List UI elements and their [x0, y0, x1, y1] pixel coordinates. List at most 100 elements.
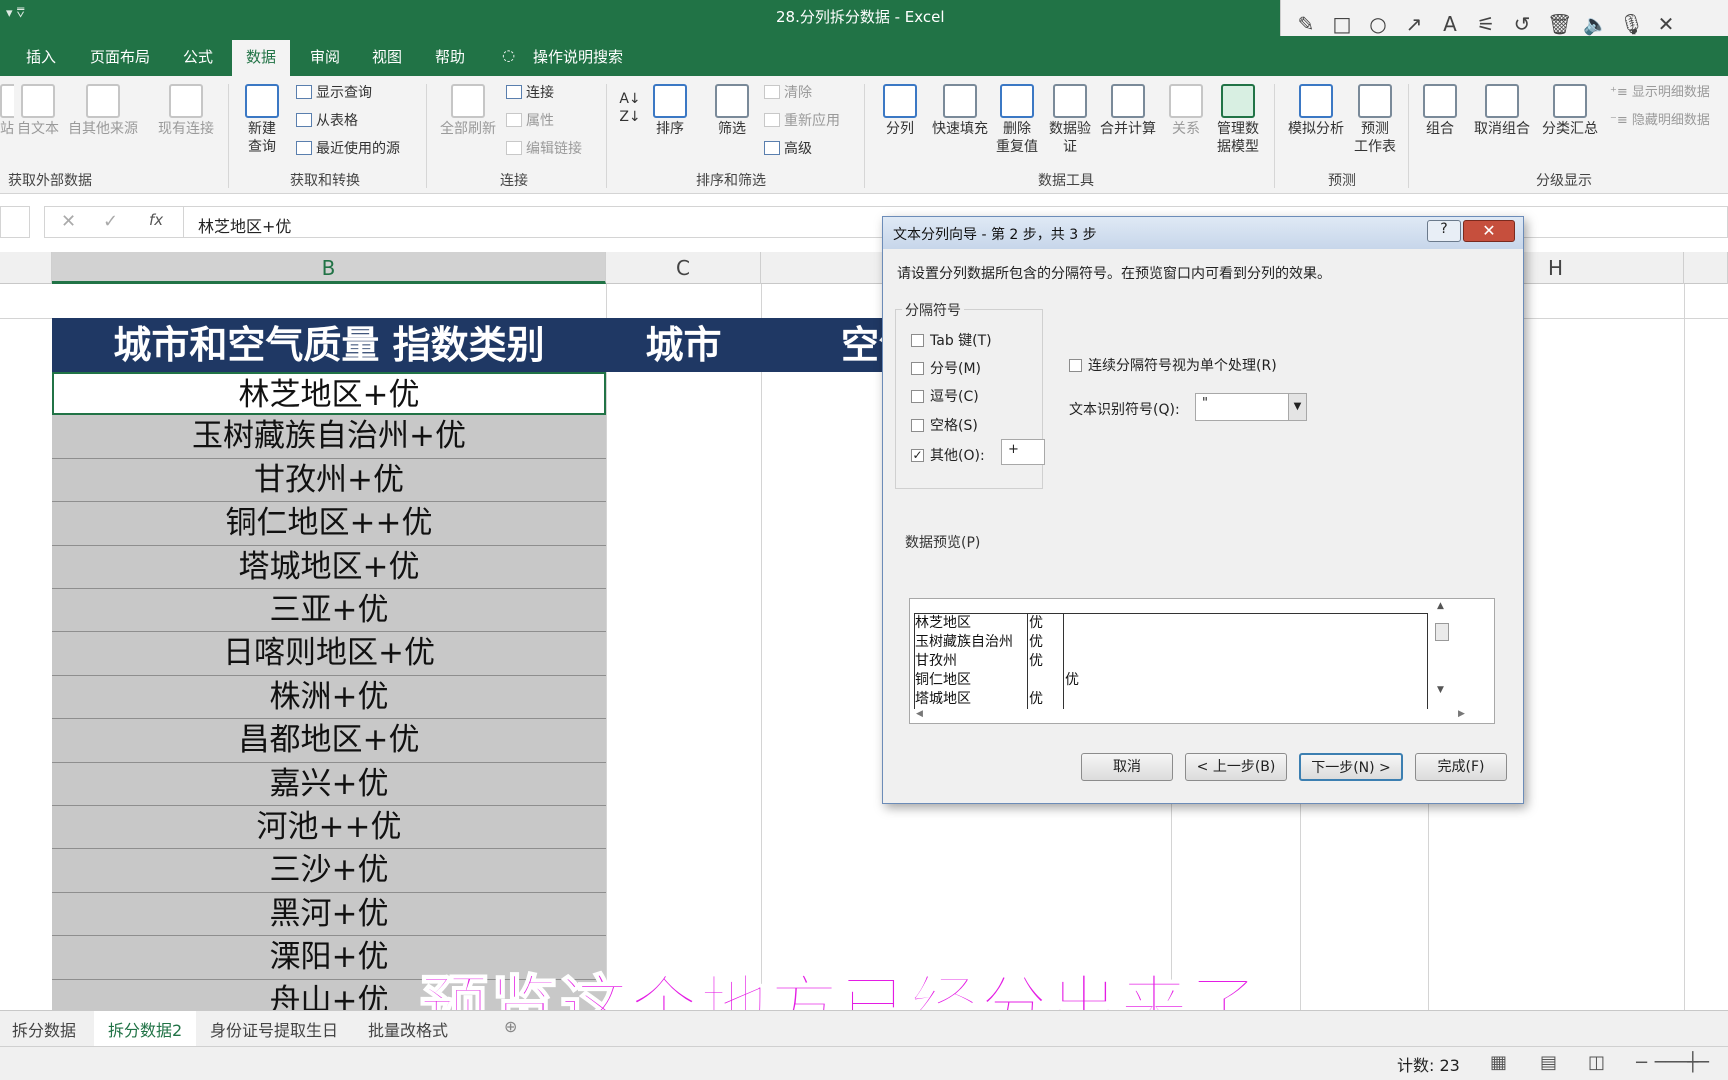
chevron-down-icon[interactable]: ▼ — [1288, 394, 1306, 420]
tab-page-layout[interactable]: 页面布局 — [90, 46, 150, 67]
close-icon[interactable]: ✕ — [1655, 12, 1677, 36]
table-cell[interactable]: 玉树藏族自治州+优 — [52, 415, 606, 459]
fx-icon[interactable]: fx — [149, 211, 163, 229]
table-cell[interactable]: 林芝地区+优 — [52, 372, 606, 416]
quick-access-toolbar[interactable]: ▾ ⩢ — [6, 6, 25, 21]
tab-view[interactable]: 视图 — [372, 46, 402, 67]
sheet-tab-split[interactable]: 拆分数据 — [12, 1017, 76, 1041]
table-cell[interactable]: 三亚+优 — [52, 589, 606, 633]
finish-button[interactable]: 完成(F) — [1415, 753, 1507, 781]
preview-vertical-scrollbar[interactable]: ▲ ▼ — [1434, 601, 1450, 697]
scroll-up-icon[interactable]: ▲ — [1437, 601, 1444, 611]
other-delimiter-input[interactable]: + — [1001, 439, 1045, 465]
rectangle-icon[interactable]: □ — [1331, 12, 1353, 36]
column-header-b[interactable]: B — [52, 252, 606, 284]
table-cell[interactable]: 铜仁地区++优 — [52, 502, 606, 546]
forecast-sheet-button[interactable]: 预测 工作表 — [1352, 84, 1398, 156]
tell-me-search[interactable]: 操作说明搜索 — [533, 46, 623, 67]
select-all-corner[interactable] — [0, 252, 52, 284]
sheet-tab-id-birthday[interactable]: 身份证号提取生日 — [210, 1017, 338, 1041]
sort-button[interactable]: 排序 — [650, 84, 690, 138]
reapply-button[interactable]: 重新应用 — [764, 112, 840, 130]
table-cell[interactable]: 黑河+优 — [52, 892, 606, 937]
text-to-columns-button[interactable]: 分列 — [876, 84, 924, 138]
relationships-button[interactable]: 关系 — [1166, 84, 1206, 138]
page-break-view-icon[interactable]: ◫ — [1588, 1052, 1605, 1073]
data-preview[interactable]: 林芝地区优玉树藏族自治州优甘孜州优铜仁地区优塔城地区优 ▲ ▼ ◀ ▶ — [909, 598, 1495, 724]
space-checkbox[interactable]: 空格(S) — [911, 415, 978, 435]
scroll-thumb[interactable] — [1435, 623, 1449, 641]
consolidate-button[interactable]: 合并计算 — [1098, 84, 1158, 138]
consecutive-checkbox[interactable]: 连续分隔符号视为单个处理(R) — [1069, 355, 1277, 375]
microphone-icon[interactable]: 🎙 — [1619, 12, 1644, 36]
ungroup-button[interactable]: 取消组合 — [1470, 84, 1534, 138]
next-button[interactable]: 下一步(N) > — [1299, 753, 1403, 781]
speaker-icon[interactable]: 🔈 — [1583, 12, 1608, 36]
header-city-aqi[interactable]: 城市和空气质量 指数类别 — [52, 318, 606, 372]
help-button[interactable]: ? — [1427, 220, 1461, 242]
text-qualifier-select[interactable]: " ▼ — [1195, 393, 1307, 421]
column-header-i[interactable] — [1684, 252, 1728, 284]
edit-links-button[interactable]: 编辑链接 — [506, 140, 582, 158]
table-cell[interactable]: 昌都地区+优 — [52, 719, 606, 763]
tab-insert[interactable]: 插入 — [26, 46, 56, 67]
page-layout-view-icon[interactable]: ▤ — [1540, 1052, 1557, 1073]
name-box[interactable] — [0, 206, 30, 238]
table-cell[interactable]: 日喀则地区+优 — [52, 632, 606, 676]
zoom-slider[interactable]: − ───┼─ — [1634, 1052, 1709, 1073]
from-text-button[interactable]: 自文本 — [16, 84, 60, 138]
highlighter-icon[interactable]: ⚟ — [1475, 12, 1497, 36]
manage-data-model-button[interactable]: 管理数 据模型 — [1212, 84, 1264, 156]
tab-review[interactable]: 审阅 — [310, 46, 340, 67]
what-if-analysis-button[interactable]: 模拟分析 — [1284, 84, 1348, 138]
table-cell[interactable]: 三沙+优 — [52, 849, 606, 893]
text-icon[interactable]: A — [1439, 12, 1461, 36]
recent-sources-button[interactable]: 最近使用的源 — [296, 140, 400, 158]
tab-data[interactable]: 数据 — [232, 40, 291, 76]
close-button[interactable]: ✕ — [1463, 220, 1515, 242]
cancel-icon[interactable]: ✕ — [61, 211, 76, 232]
existing-connections-button[interactable]: 现有连接 — [154, 84, 218, 138]
scroll-left-icon[interactable]: ◀ — [916, 709, 923, 719]
scroll-down-icon[interactable]: ▼ — [1437, 685, 1444, 695]
group-button[interactable]: 组合 — [1420, 84, 1460, 138]
sort-ascending-icon[interactable]: A↓ Z↓ — [618, 90, 642, 126]
connections-button[interactable]: 连接 — [506, 84, 554, 102]
normal-view-icon[interactable]: ▦ — [1490, 1052, 1507, 1073]
semicolon-checkbox[interactable]: 分号(M) — [911, 358, 981, 378]
from-table-button[interactable]: 从表格 — [296, 112, 358, 130]
cancel-button[interactable]: 取消 — [1081, 753, 1173, 781]
arrow-icon[interactable]: ↗ — [1403, 12, 1425, 36]
data-validation-button[interactable]: 数据验 证 — [1044, 84, 1096, 156]
sheet-tab-split-2[interactable]: 拆分数据2 — [94, 1011, 197, 1050]
other-checkbox[interactable]: ✓ 其他(O): — [911, 445, 985, 465]
header-city[interactable]: 城市 — [606, 318, 761, 372]
table-cell[interactable]: 嘉兴+优 — [52, 762, 606, 806]
ribbon-item-partial[interactable]: 站 — [0, 84, 14, 138]
undo-icon[interactable]: ↺ — [1511, 12, 1533, 36]
flash-fill-button[interactable]: 快速填充 — [928, 84, 992, 138]
tab-checkbox[interactable]: Tab 键(T) — [911, 330, 992, 350]
hide-detail-button[interactable]: ⁻≡ 隐藏明细数据 — [1610, 112, 1710, 130]
tab-formulas[interactable]: 公式 — [183, 46, 213, 67]
enter-icon[interactable]: ✓ — [103, 211, 118, 232]
dialog-titlebar[interactable]: 文本分列向导 - 第 2 步，共 3 步 ? ✕ — [883, 217, 1523, 249]
pen-icon[interactable]: ✎ — [1295, 12, 1317, 36]
show-detail-button[interactable]: ⁺≡ 显示明细数据 — [1610, 84, 1710, 102]
filter-button[interactable]: 筛选 — [712, 84, 752, 138]
delete-icon[interactable]: 🗑 — [1547, 12, 1572, 36]
table-cell[interactable]: 塔城地区+优 — [52, 545, 606, 589]
new-query-button[interactable]: 新建 查询 — [240, 84, 284, 156]
advanced-button[interactable]: 高级 — [764, 140, 812, 158]
add-sheet-icon[interactable]: ⊕ — [504, 1017, 517, 1036]
circle-icon[interactable]: ○ — [1367, 12, 1389, 36]
refresh-all-button[interactable]: 全部刷新 — [436, 84, 500, 138]
table-cell[interactable]: 株洲+优 — [52, 675, 606, 720]
scroll-right-icon[interactable]: ▶ — [1458, 709, 1465, 719]
table-cell[interactable]: 河池++优 — [52, 806, 606, 850]
comma-checkbox[interactable]: 逗号(C) — [911, 386, 979, 406]
back-button[interactable]: < 上一步(B) — [1185, 753, 1287, 781]
tab-help[interactable]: 帮助 — [435, 46, 465, 67]
subtotal-button[interactable]: 分类汇总 — [1538, 84, 1602, 138]
properties-button[interactable]: 属性 — [506, 112, 554, 130]
